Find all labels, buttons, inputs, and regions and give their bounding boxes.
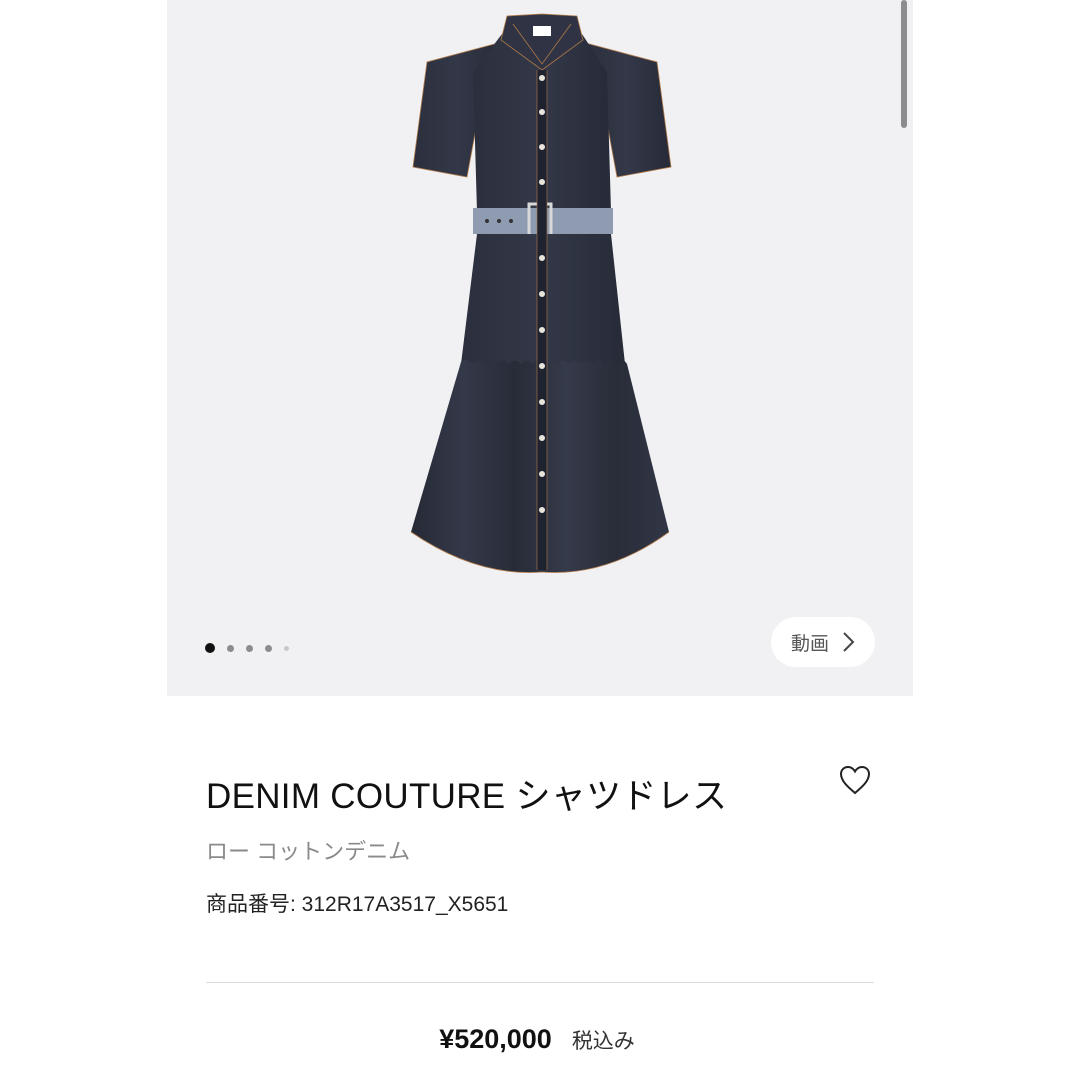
heart-icon[interactable]: [838, 764, 872, 796]
carousel-dot[interactable]: [246, 644, 253, 652]
product-page: 動画 DENIM COUTURE シャツドレス ロー コットンデニム 商品番号:…: [0, 0, 1080, 1080]
carousel-dot[interactable]: [227, 644, 234, 652]
carousel-dot[interactable]: [265, 644, 272, 652]
scrollbar-thumb[interactable]: [901, 0, 907, 128]
chevron-right-icon: [843, 632, 855, 652]
price-row: ¥520,000 税込み: [0, 1024, 1080, 1055]
product-image: [410, 13, 672, 573]
carousel-dot[interactable]: [284, 645, 289, 651]
product-material: ロー コットンデニム: [206, 839, 411, 864]
product-price: ¥520,000: [439, 1024, 552, 1054]
product-gallery[interactable]: 動画: [167, 0, 913, 696]
carousel-dots: [205, 642, 301, 654]
video-button-label: 動画: [790, 633, 829, 655]
tax-note: 税込み: [571, 1030, 635, 1053]
video-button[interactable]: 動画: [771, 617, 875, 667]
carousel-dot-active[interactable]: [205, 643, 215, 653]
product-sku: 商品番号: 312R17A3517_X5651: [206, 893, 509, 916]
product-title: DENIM COUTURE シャツドレス: [206, 777, 728, 816]
divider: [206, 982, 874, 983]
